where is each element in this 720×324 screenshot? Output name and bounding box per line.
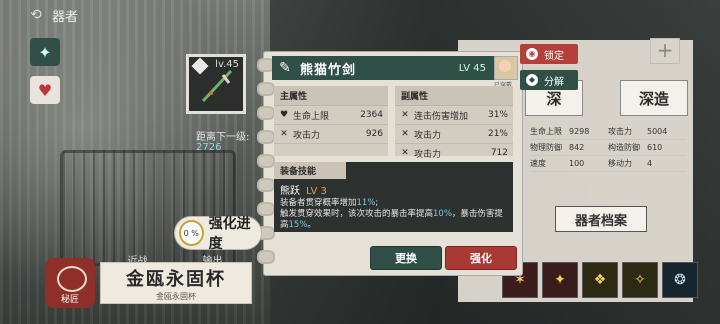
crossed-swords-icon: ✕ [280, 129, 288, 139]
add-icon[interactable]: + [650, 38, 680, 64]
enhance-progress-button[interactable]: 0 % 强化进度 [174, 216, 262, 252]
skill-title: 装备技能 [274, 162, 346, 179]
heart-icon: ♥ [37, 80, 53, 100]
next-level-value: 2726 [196, 142, 222, 153]
slot-icon[interactable]: ✦ [542, 262, 578, 298]
binder-ring [257, 106, 275, 120]
stat-row: ✕ 连击伤害增加 31% [395, 106, 513, 125]
back-arrow-icon[interactable]: ⟲ [30, 8, 44, 22]
stat-name: 攻击力 [293, 130, 321, 141]
slot-icon[interactable]: ✧ [622, 262, 658, 298]
lock-label: 锁定 [544, 50, 564, 62]
wearer-avatar[interactable] [494, 56, 518, 80]
main-stats-box: 主属性 ♥ 生命上限 2364 ✕ 攻击力 926 [274, 86, 388, 156]
stat-value: 712 [490, 148, 508, 158]
main-stats-title: 主属性 [274, 86, 388, 106]
seal-label: 秘匠 [60, 295, 79, 305]
stat-row: 生命上限 9298 攻击力 5004 [530, 124, 686, 140]
banner-subtitle: 金瓯永固杯 [156, 291, 196, 301]
stat-row: ✕ 攻击力 21% [395, 125, 513, 144]
stat-name: 生命上限 [293, 111, 330, 122]
stat-value: 2364 [360, 110, 383, 120]
stat-value: 31% [487, 110, 508, 120]
stat-row: ♥ 生命上限 2364 [274, 106, 388, 125]
binder-ring [257, 154, 275, 168]
strengthen-button[interactable]: 强化 [445, 246, 517, 270]
sub-stats-box: 副属性 ✕ 连击伤害增加 31% ✕ 攻击力 21% ✕ 攻击力 712 [395, 86, 513, 163]
lock-button[interactable]: ◉ 锁定 [520, 44, 578, 64]
side-tab-favor[interactable]: ♥ [30, 76, 60, 104]
stat-row: ✕ 攻击力 712 [395, 144, 513, 163]
seal-emblem-icon [57, 266, 87, 292]
slot-icon[interactable]: ❂ [662, 262, 698, 298]
crossed-swords-icon: ✕ [401, 129, 409, 139]
skill-box: 装备技能 熊跃 LV 3 装备者贯穿概率增加11%; 触发贯穿效果时，该次攻击的暴… [274, 162, 513, 232]
heart-icon: ♥ [279, 110, 289, 120]
equipment-name: 熊猫竹剑 [300, 62, 357, 78]
seal-badge: 秘匠 [45, 258, 95, 308]
enhance-progress-label: 强化进度 [208, 216, 251, 252]
binder-ring [257, 82, 275, 96]
equipment-level: LV 45 [458, 62, 486, 74]
stat-value: 926 [365, 129, 383, 139]
skill-level: LV 3 [306, 186, 327, 197]
lock-icon: ◉ [526, 48, 538, 60]
binder-ring [257, 130, 275, 144]
skill-description: 装备者贯穿概率增加11%; 触发贯穿效果时，该次攻击的暴击率提高10%，暴击伤害… [280, 198, 503, 230]
stat-value: 21% [487, 129, 508, 139]
replace-button[interactable]: 更换 [370, 246, 442, 270]
sword-icon [201, 69, 233, 103]
banner-title: 金瓯永固杯 [126, 268, 226, 290]
decompose-icon: ◆ [526, 74, 538, 86]
archive-button[interactable]: 器者档案 [555, 206, 647, 232]
decompose-label: 分解 [544, 76, 564, 88]
stat-name: 连击伤害增加 [414, 111, 469, 122]
stat-row: ✕ 攻击力 926 [274, 125, 388, 144]
skill-name-row: 熊跃 LV 3 [274, 179, 513, 198]
top-bar: ⟲ 器者 [0, 0, 210, 30]
sub-stats-title: 副属性 [395, 86, 513, 106]
character-banner: 金瓯永固杯 金瓯永固杯 [100, 262, 252, 304]
sword-type-icon: ✎ [279, 60, 291, 76]
card-advance[interactable]: 深造 [620, 80, 688, 116]
page-title: 器者 [52, 9, 79, 25]
equipment-slots: ✶ ✦ ❖ ✧ ❂ [502, 262, 698, 298]
skill-name: 熊跃 [280, 186, 300, 197]
dialog-header: ✎ 熊猫竹剑 LV 45 [272, 56, 516, 80]
next-level-label: 距离下一级: [196, 132, 250, 143]
stat-row: 速度 100 移动力 4 [530, 156, 686, 172]
stat-row: 物理防御 842 构造防御 610 [530, 140, 686, 156]
avatar-face [499, 60, 511, 72]
side-tab-equipment[interactable]: ✦ [30, 38, 60, 66]
bamboo-icon: ✦ [38, 42, 52, 62]
slot-icon[interactable]: ❖ [582, 262, 618, 298]
stat-name: 攻击力 [414, 130, 442, 141]
crossed-swords-icon: ✕ [401, 110, 409, 120]
decompose-button[interactable]: ◆ 分解 [520, 70, 578, 90]
character-stats: 生命上限 9298 攻击力 5004 物理防御 842 构造防御 610 速度 100 移… [530, 124, 686, 172]
stat-name: 攻击力 [414, 149, 442, 160]
item-icon-frame: lv.45 [186, 54, 246, 114]
progress-ring-icon: 0 % [179, 220, 204, 246]
crossed-swords-icon: ✕ [401, 148, 409, 158]
binder-ring [257, 178, 275, 192]
